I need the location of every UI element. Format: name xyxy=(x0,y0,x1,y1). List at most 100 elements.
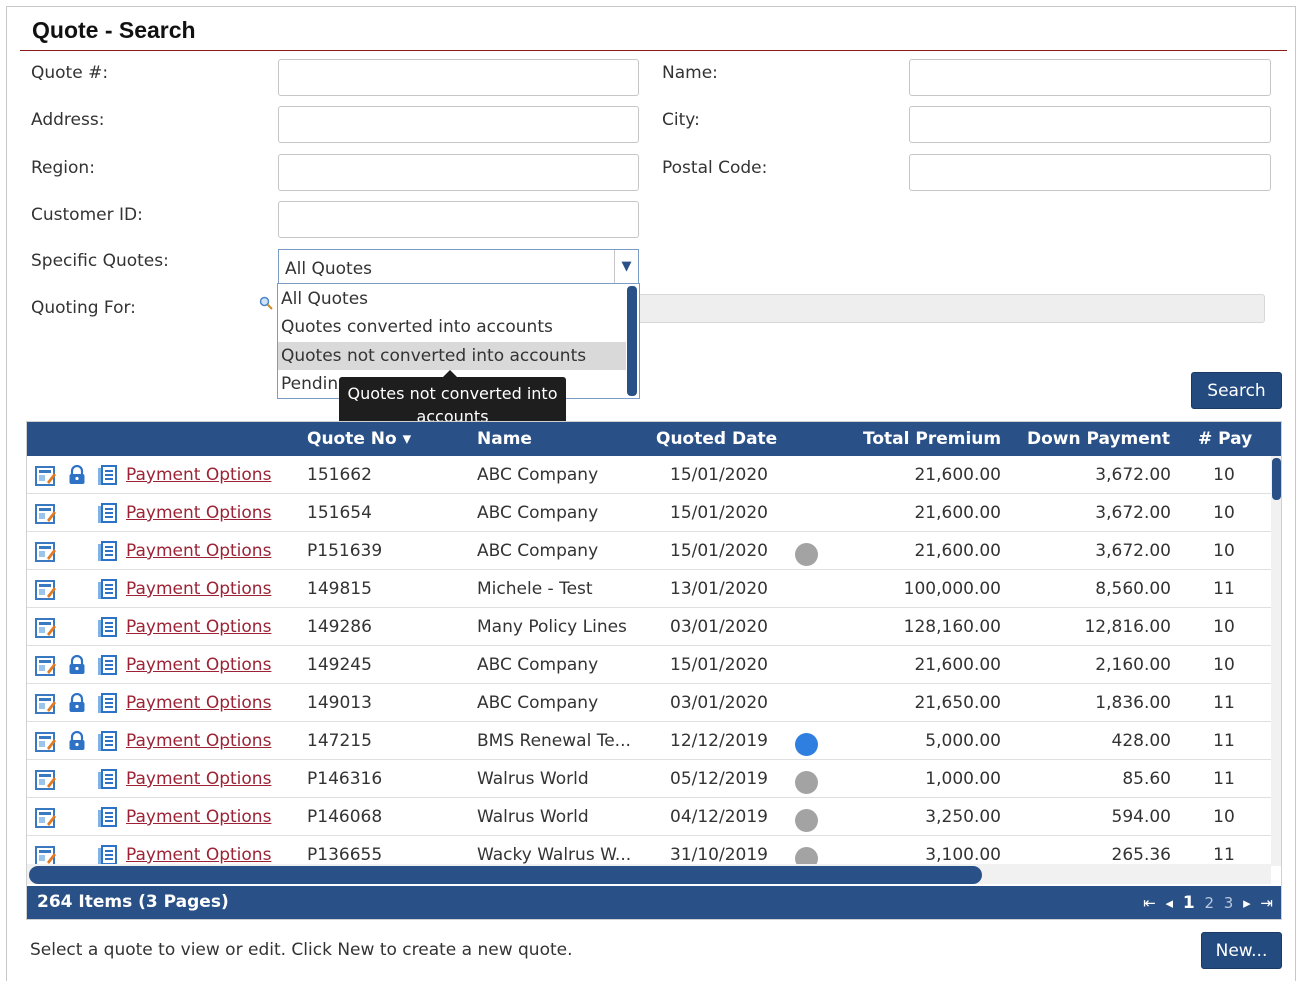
total-premium-cell: 1,000.00 xyxy=(925,769,1001,789)
city-label: City: xyxy=(662,110,700,130)
table-row[interactable]: Payment Options 149815 Michele - Test 13/01… xyxy=(27,570,1271,608)
page-2[interactable]: 2 xyxy=(1204,894,1214,912)
edit-icon[interactable] xyxy=(35,693,56,714)
payment-options-link[interactable]: Payment Options xyxy=(126,807,271,827)
col-name[interactable]: Name xyxy=(477,429,532,449)
total-premium-cell: 21,600.00 xyxy=(914,541,1001,561)
payment-options-link[interactable]: Payment Options xyxy=(126,465,271,485)
table-row[interactable]: Payment Options 147215 BMS Renewal Te... 12… xyxy=(27,722,1271,760)
name-cell: ABC Company xyxy=(477,541,599,561)
payment-options-link[interactable]: Payment Options xyxy=(126,731,271,751)
col-total-premium[interactable]: Total Premium xyxy=(863,429,1001,449)
specific-quotes-select[interactable]: All Quotes ▼ xyxy=(278,249,639,285)
quote-no-input[interactable] xyxy=(278,59,639,96)
payment-options-link[interactable]: Payment Options xyxy=(126,769,271,789)
edit-icon[interactable] xyxy=(35,503,56,524)
col-pay[interactable]: # Pay xyxy=(1198,429,1252,449)
payment-options-link[interactable]: Payment Options xyxy=(126,541,271,561)
table-row[interactable]: Payment Options P146068 Walrus World 04/12/… xyxy=(27,798,1271,836)
edit-icon[interactable] xyxy=(35,579,56,600)
edit-icon[interactable] xyxy=(35,655,56,676)
prev-page-icon[interactable]: ◂ xyxy=(1166,894,1174,912)
first-page-icon[interactable]: ⇤ xyxy=(1143,894,1156,912)
table-row[interactable]: Payment Options 151654 ABC Company 15/01/20… xyxy=(27,494,1271,532)
quoting-for-field[interactable] xyxy=(640,294,1265,323)
pager: ⇤ ◂ 1 2 3 ▸ ⇥ xyxy=(1138,893,1273,913)
document-icon[interactable] xyxy=(97,503,117,523)
table-row[interactable]: Payment Options 149013 ABC Company 03/01/20… xyxy=(27,684,1271,722)
payment-options-link[interactable]: Payment Options xyxy=(126,693,271,713)
quotes-grid: Quote No ▾ Name Quoted Date Total Premiu… xyxy=(26,421,1282,920)
search-button[interactable]: Search xyxy=(1191,372,1282,409)
new-button[interactable]: New... xyxy=(1201,932,1282,969)
edit-icon[interactable] xyxy=(35,807,56,828)
page-3[interactable]: 3 xyxy=(1224,894,1234,912)
name-cell: Many Policy Lines xyxy=(477,617,627,637)
payment-options-link[interactable]: Payment Options xyxy=(126,655,271,675)
vertical-scroll-thumb[interactable] xyxy=(1272,458,1281,500)
dropdown-option-not-converted[interactable]: Quotes not converted into accounts xyxy=(278,342,626,370)
dropdown-option-all[interactable]: All Quotes xyxy=(278,285,626,313)
vertical-scrollbar[interactable] xyxy=(1271,456,1281,866)
pay-count-cell: 10 xyxy=(1213,541,1235,561)
edit-icon[interactable] xyxy=(35,731,56,752)
edit-icon[interactable] xyxy=(35,465,56,486)
col-quote-no[interactable]: Quote No ▾ xyxy=(307,429,411,449)
payment-options-link[interactable]: Payment Options xyxy=(126,503,271,523)
payment-options-link[interactable]: Payment Options xyxy=(126,579,271,599)
city-input[interactable] xyxy=(909,106,1271,143)
total-premium-cell: 128,160.00 xyxy=(903,617,1001,637)
name-cell: BMS Renewal Te... xyxy=(477,731,631,751)
search-icon[interactable] xyxy=(259,296,273,314)
last-page-icon[interactable]: ⇥ xyxy=(1260,894,1273,912)
document-icon[interactable] xyxy=(97,693,117,713)
total-premium-cell: 3,100.00 xyxy=(925,845,1001,865)
quote-no-cell: P136655 xyxy=(307,845,383,865)
quoted-date-cell: 15/01/2020 xyxy=(670,465,768,485)
edit-icon[interactable] xyxy=(35,845,56,866)
edit-icon[interactable] xyxy=(35,617,56,638)
document-icon[interactable] xyxy=(97,807,117,827)
document-icon[interactable] xyxy=(97,769,117,789)
name-input[interactable] xyxy=(909,59,1271,96)
lock-icon xyxy=(67,654,87,675)
next-page-icon[interactable]: ▸ xyxy=(1243,894,1251,912)
col-down-payment[interactable]: Down Payment xyxy=(1027,429,1170,449)
total-premium-cell: 21,600.00 xyxy=(914,655,1001,675)
horizontal-scroll-thumb[interactable] xyxy=(29,866,982,884)
table-row[interactable]: Payment Options 149245 ABC Company 15/01/20… xyxy=(27,646,1271,684)
edit-icon[interactable] xyxy=(35,541,56,562)
name-label: Name: xyxy=(662,63,718,83)
name-cell: Michele - Test xyxy=(477,579,593,599)
table-row[interactable]: Payment Options P151639 ABC Company 15/01/2… xyxy=(27,532,1271,570)
document-icon[interactable] xyxy=(97,579,117,599)
region-input[interactable] xyxy=(278,154,639,191)
status-indicator-icon xyxy=(795,771,818,794)
document-icon[interactable] xyxy=(97,617,117,637)
page-1[interactable]: 1 xyxy=(1183,893,1195,913)
postal-code-input[interactable] xyxy=(909,154,1271,191)
payment-options-link[interactable]: Payment Options xyxy=(126,617,271,637)
col-quoted-date[interactable]: Quoted Date xyxy=(656,429,777,449)
document-icon[interactable] xyxy=(97,845,117,865)
table-row[interactable]: Payment Options P146316 Walrus World 05/12/… xyxy=(27,760,1271,798)
document-icon[interactable] xyxy=(97,465,117,485)
edit-icon[interactable] xyxy=(35,769,56,790)
table-row[interactable]: Payment Options 149286 Many Policy Lines 03… xyxy=(27,608,1271,646)
region-label: Region: xyxy=(31,158,95,178)
dropdown-arrow-icon[interactable]: ▼ xyxy=(614,250,638,284)
name-cell: ABC Company xyxy=(477,503,599,523)
document-icon[interactable] xyxy=(97,655,117,675)
quote-no-label: Quote #: xyxy=(31,63,109,83)
pay-count-cell: 11 xyxy=(1213,579,1235,599)
document-icon[interactable] xyxy=(97,541,117,561)
table-row[interactable]: Payment Options 151662 ABC Company 15/01/20… xyxy=(27,456,1271,494)
dropdown-option-converted[interactable]: Quotes converted into accounts xyxy=(278,313,626,341)
down-payment-cell: 1,836.00 xyxy=(1095,693,1171,713)
dropdown-scrollbar[interactable] xyxy=(627,286,637,396)
document-icon[interactable] xyxy=(97,731,117,751)
address-input[interactable] xyxy=(278,106,639,143)
customer-id-input[interactable] xyxy=(278,201,639,238)
total-premium-cell: 21,650.00 xyxy=(914,693,1001,713)
payment-options-link[interactable]: Payment Options xyxy=(126,845,271,865)
